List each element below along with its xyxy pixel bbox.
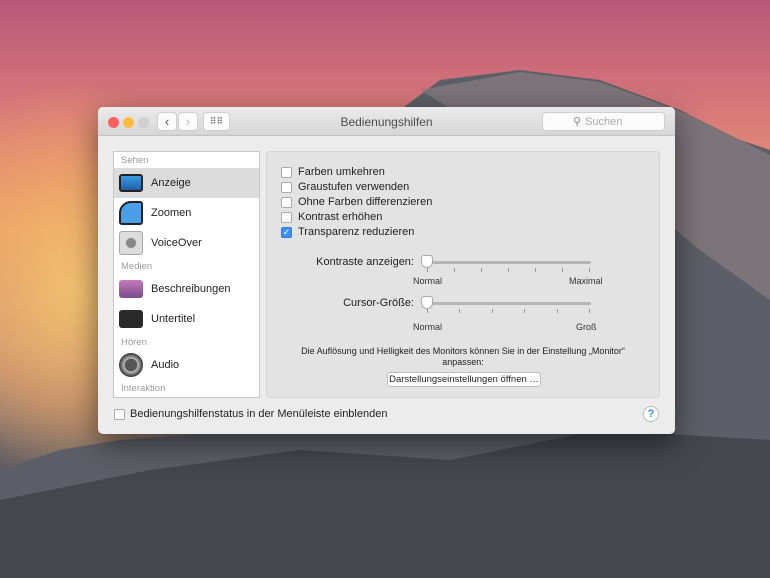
slider-tick <box>508 268 509 272</box>
slider-tick <box>491 309 493 313</box>
sidebar-item-label: VoiceOver <box>151 237 202 249</box>
slider-tick <box>524 309 526 313</box>
sidebar-item-label: Anzeige <box>151 177 191 189</box>
checkbox-graustufen[interactable]: Graustufen verwenden <box>281 181 409 193</box>
checkbox[interactable] <box>281 181 292 193</box>
sidebar-item-untertitel[interactable]: Untertitel <box>114 304 259 334</box>
help-button[interactable]: ? <box>643 406 659 422</box>
checkbox[interactable] <box>114 408 125 420</box>
cursor-size-slider-knob[interactable] <box>421 296 433 309</box>
slider-tick <box>556 309 558 313</box>
descriptions-icon <box>119 280 143 298</box>
slider-tick <box>427 268 428 272</box>
search-placeholder: Suchen <box>585 115 623 128</box>
slider-tick <box>562 268 563 272</box>
display-icon <box>119 174 143 192</box>
section-interaktion: Interaktion <box>121 383 166 394</box>
checkbox[interactable] <box>281 166 292 178</box>
section-sehen: Sehen <box>121 155 149 166</box>
sidebar-item-label: Zoomen <box>151 207 192 219</box>
contrast-min-label: Normal <box>413 276 443 286</box>
category-sidebar[interactable]: Sehen Anzeige Zoomen VoiceOver Medien Be… <box>113 151 260 398</box>
cursor-max-label: Groß <box>576 322 597 332</box>
section-hoeren: Hören <box>121 337 147 348</box>
voiceover-icon <box>119 231 143 255</box>
checkmark-icon: ✓ <box>282 226 291 237</box>
checkbox-label: Farben umkehren <box>298 166 385 178</box>
title-bar: ‹ › ⠿⠿ Bedienungshilfen ⚲ Suchen <box>98 107 675 136</box>
contrast-slider-label: Kontraste anzeigen: <box>316 256 414 268</box>
speaker-icon <box>119 353 143 377</box>
checkbox[interactable] <box>281 211 292 223</box>
contrast-max-label: Maximal <box>569 276 603 286</box>
sidebar-item-anzeige[interactable]: Anzeige <box>114 168 259 198</box>
checkbox-label: Graustufen verwenden <box>298 181 410 193</box>
zoom-magnifier-icon <box>119 201 143 225</box>
sidebar-item-label: Audio <box>151 359 180 371</box>
checkbox-kontrast[interactable]: Kontrast erhöhen <box>281 211 382 223</box>
search-icon: ⚲ <box>573 116 582 128</box>
checkbox-checked[interactable]: ✓ <box>281 226 292 238</box>
slider-tick <box>427 309 428 313</box>
sidebar-item-zoomen[interactable]: Zoomen <box>114 198 259 228</box>
contrast-slider-knob[interactable] <box>421 255 433 268</box>
checkbox-label: Transparenz reduzieren <box>298 226 415 238</box>
sidebar-item-audio[interactable]: Audio <box>114 350 259 380</box>
checkbox[interactable] <box>281 196 292 208</box>
subtitles-icon <box>119 310 143 328</box>
cursor-size-slider-track[interactable] <box>423 302 591 305</box>
slider-tick <box>454 268 455 272</box>
checkbox-transparenz[interactable]: ✓ Transparenz reduzieren <box>281 226 414 238</box>
contrast-slider-track[interactable] <box>423 261 591 264</box>
sidebar-item-voiceover[interactable]: VoiceOver <box>114 228 259 258</box>
open-display-settings-button[interactable]: Darstellungseinstellungen öffnen … <box>387 372 541 387</box>
slider-tick <box>481 268 482 272</box>
sidebar-item-label: Untertitel <box>151 313 196 325</box>
slider-tick <box>589 309 590 313</box>
search-input[interactable]: ⚲ Suchen <box>542 112 665 131</box>
slider-tick <box>459 309 461 313</box>
checkbox-label: Bedienungshilfenstatus in der Menüleiste… <box>130 408 388 420</box>
menubar-status-checkbox[interactable]: Bedienungshilfenstatus in der Menüleiste… <box>114 408 387 420</box>
cursor-size-slider-label: Cursor-Größe: <box>343 297 414 309</box>
slider-tick <box>589 268 590 272</box>
sidebar-item-beschreibungen[interactable]: Beschreibungen <box>114 274 259 304</box>
checkbox-label: Ohne Farben differenzieren <box>298 196 433 208</box>
checkbox-label: Kontrast erhöhen <box>298 211 383 223</box>
slider-tick <box>535 268 536 272</box>
section-medien: Medien <box>121 261 153 272</box>
cursor-min-label: Normal <box>413 322 443 332</box>
checkbox-farben-umkehren[interactable]: Farben umkehren <box>281 166 385 178</box>
sidebar-item-label: Beschreibungen <box>151 283 231 295</box>
checkbox-ohne-farben[interactable]: Ohne Farben differenzieren <box>281 196 432 208</box>
display-settings-panel: Farben umkehren Graustufen verwenden Ohn… <box>266 151 660 398</box>
preferences-window: ‹ › ⠿⠿ Bedienungshilfen ⚲ Suchen Sehen An… <box>98 107 675 434</box>
monitor-info-text: Die Auflösung und Helligkeit des Monitor… <box>301 346 625 367</box>
